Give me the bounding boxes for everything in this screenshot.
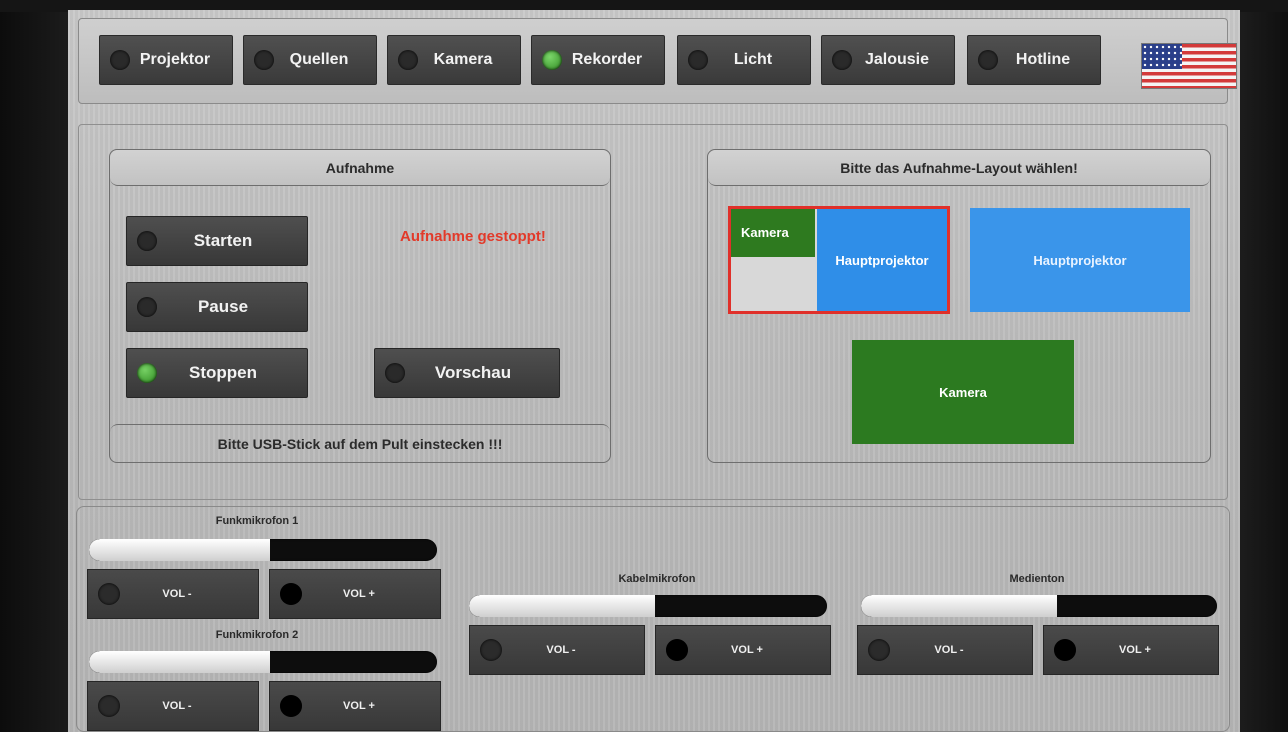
vol-up-label: VOL + xyxy=(731,644,763,656)
volume-level-fill xyxy=(89,651,270,673)
nav-button-label: Projektor xyxy=(139,51,211,68)
vol-up-label: VOL + xyxy=(1119,644,1151,656)
channel-label-kabelmikrofon: Kabelmikrofon xyxy=(618,573,696,585)
status-led-icon xyxy=(480,639,502,661)
status-led-active-icon xyxy=(137,363,157,383)
usb-hint: Bitte USB-Stick auf dem Pult einstecken … xyxy=(110,424,610,462)
nav-button-rekorder[interactable]: Rekorder xyxy=(531,35,665,85)
vol-up-label: VOL + xyxy=(343,700,375,712)
stop-button-label: Stoppen xyxy=(189,363,257,382)
status-led-icon xyxy=(385,363,405,383)
nav-button-label: Hotline xyxy=(1015,51,1071,68)
vol-down-label: VOL - xyxy=(162,700,192,712)
recording-group: Aufnahme Starten Pause Stoppen Vorschau … xyxy=(109,149,611,463)
layout-camera-tile: Kamera xyxy=(731,209,815,257)
start-button-label: Starten xyxy=(193,231,253,250)
status-led-active-icon xyxy=(542,50,562,70)
status-led-icon xyxy=(280,695,302,717)
vol-up-label: VOL + xyxy=(343,588,375,600)
vol-down-label: VOL - xyxy=(162,588,192,600)
volume-slider-funkmikrofon-2[interactable] xyxy=(89,651,437,673)
status-led-icon xyxy=(137,231,157,251)
vol-up-button-funkmikrofon-1[interactable]: VOL + xyxy=(269,569,441,619)
layout-camera-label: Kamera xyxy=(939,384,987,400)
nav-button-licht[interactable]: Licht xyxy=(677,35,811,85)
flag-canton xyxy=(1142,44,1182,69)
layout-option-camera-projector[interactable]: Kamera Hauptprojektor xyxy=(728,206,950,314)
vol-down-button-funkmikrofon-1[interactable]: VOL - xyxy=(87,569,259,619)
vol-up-button-kabelmikrofon[interactable]: VOL + xyxy=(655,625,831,675)
recording-title: Aufnahme xyxy=(110,150,610,186)
status-led-icon xyxy=(280,583,302,605)
audio-panel: Funkmikrofon 1 VOL - VOL + Funkmikrofon … xyxy=(76,506,1230,732)
channel-label-funkmikrofon-1: Funkmikrofon 1 xyxy=(215,515,299,527)
vol-down-button-medienton[interactable]: VOL - xyxy=(857,625,1033,675)
preview-button[interactable]: Vorschau xyxy=(374,348,560,398)
status-led-icon xyxy=(666,639,688,661)
preview-button-label: Vorschau xyxy=(434,363,512,382)
touch-screen: Projektor Quellen Kamera Rekorder Licht … xyxy=(68,10,1240,732)
nav-button-label: Rekorder xyxy=(571,51,643,68)
status-led-icon xyxy=(110,50,130,70)
stop-button[interactable]: Stoppen xyxy=(126,348,308,398)
nav-button-label: Quellen xyxy=(289,51,349,68)
status-led-icon xyxy=(832,50,852,70)
recorder-panel: Aufnahme Starten Pause Stoppen Vorschau … xyxy=(78,124,1228,500)
pause-button-label: Pause xyxy=(197,297,249,316)
volume-level-fill xyxy=(861,595,1057,617)
vol-up-button-funkmikrofon-2[interactable]: VOL + xyxy=(269,681,441,731)
status-led-icon xyxy=(978,50,998,70)
volume-level-fill xyxy=(89,539,270,561)
nav-button-projektor[interactable]: Projektor xyxy=(99,35,233,85)
vol-down-button-funkmikrofon-2[interactable]: VOL - xyxy=(87,681,259,731)
layout-title: Bitte das Aufnahme-Layout wählen! xyxy=(708,150,1210,186)
volume-slider-kabelmikrofon[interactable] xyxy=(469,595,827,617)
nav-button-label: Kamera xyxy=(433,51,493,68)
volume-slider-funkmikrofon-1[interactable] xyxy=(89,539,437,561)
layout-projector-tile: Hauptprojektor xyxy=(817,209,947,311)
channel-label-funkmikrofon-2: Funkmikrofon 2 xyxy=(215,629,299,641)
nav-button-kamera[interactable]: Kamera xyxy=(387,35,521,85)
top-navigation-bar: Projektor Quellen Kamera Rekorder Licht … xyxy=(78,18,1237,104)
channel-label-medienton: Medienton xyxy=(1009,573,1065,585)
us-flag-icon[interactable] xyxy=(1141,43,1237,89)
vol-up-button-medienton[interactable]: VOL + xyxy=(1043,625,1219,675)
layout-option-camera[interactable]: Kamera xyxy=(852,340,1074,444)
layout-projector-label: Hauptprojektor xyxy=(1033,252,1127,268)
nav-button-label: Jalousie xyxy=(864,51,930,68)
nav-button-label: Licht xyxy=(733,51,773,68)
recording-status-text: Aufnahme gestoppt! xyxy=(400,228,546,245)
status-led-icon xyxy=(688,50,708,70)
layout-option-projector[interactable]: Hauptprojektor xyxy=(970,208,1190,312)
status-led-icon xyxy=(1054,639,1076,661)
status-led-icon xyxy=(398,50,418,70)
device-bezel-left xyxy=(0,0,70,732)
nav-button-quellen[interactable]: Quellen xyxy=(243,35,377,85)
vol-down-button-kabelmikrofon[interactable]: VOL - xyxy=(469,625,645,675)
volume-level-fill xyxy=(469,595,656,617)
status-led-icon xyxy=(98,695,120,717)
status-led-icon xyxy=(137,297,157,317)
status-led-icon xyxy=(868,639,890,661)
nav-button-jalousie[interactable]: Jalousie xyxy=(821,35,955,85)
vol-down-label: VOL - xyxy=(934,644,964,656)
vol-down-label: VOL - xyxy=(546,644,576,656)
pause-button[interactable]: Pause xyxy=(126,282,308,332)
start-button[interactable]: Starten xyxy=(126,216,308,266)
volume-slider-medienton[interactable] xyxy=(861,595,1217,617)
status-led-icon xyxy=(98,583,120,605)
nav-button-hotline[interactable]: Hotline xyxy=(967,35,1101,85)
layout-selection-group: Bitte das Aufnahme-Layout wählen! Kamera… xyxy=(707,149,1211,463)
status-led-icon xyxy=(254,50,274,70)
